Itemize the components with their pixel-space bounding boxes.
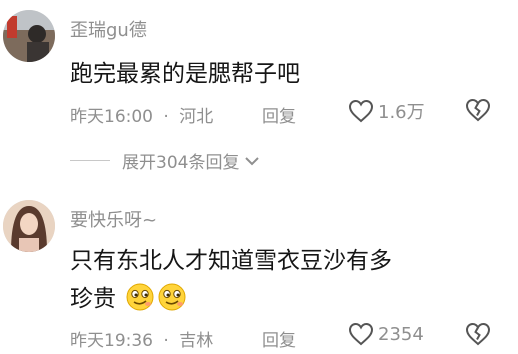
comment-meta: 昨天16:00 · 河北 xyxy=(70,102,213,127)
comment-username[interactable]: 歪瑞gu德 xyxy=(70,16,147,42)
like-button[interactable]: 2354 xyxy=(348,322,424,346)
broken-heart-icon xyxy=(465,322,491,346)
expand-divider xyxy=(70,160,110,161)
dislike-button[interactable] xyxy=(465,322,491,350)
comment-text: 跑完最累的是腮帮子吧 xyxy=(70,61,300,87)
smirk-emoji-icon xyxy=(158,283,186,311)
heart-icon xyxy=(348,99,374,123)
comment-time: 昨天16:00 xyxy=(70,107,153,127)
meta-separator: · xyxy=(163,331,169,351)
like-count: 2354 xyxy=(378,323,424,345)
heart-icon xyxy=(348,322,374,346)
comment-username[interactable]: 要快乐呀~ xyxy=(70,206,157,232)
comment-meta: 昨天19:36 · 吉林 xyxy=(70,326,213,351)
comment-text: 只有东北人才知道雪衣豆沙有多 珍贵 xyxy=(70,242,490,318)
avatar[interactable] xyxy=(3,200,55,252)
smirk-emoji-icon xyxy=(126,283,154,311)
broken-heart-icon xyxy=(465,98,491,122)
reply-button[interactable]: 回复 xyxy=(262,102,296,127)
expand-replies[interactable]: 展开304条回复 xyxy=(70,148,261,173)
avatar[interactable] xyxy=(3,10,55,62)
comment-time: 昨天19:36 xyxy=(70,331,153,351)
like-button[interactable]: 1.6万 xyxy=(348,98,425,124)
reply-button[interactable]: 回复 xyxy=(262,326,296,351)
expand-replies-label: 展开304条回复 xyxy=(122,153,240,173)
like-count: 1.6万 xyxy=(378,102,425,123)
comment-location: 河北 xyxy=(179,107,214,127)
comment-text-line: 只有东北人才知道雪衣豆沙有多 xyxy=(70,248,392,274)
chevron-down-icon xyxy=(245,156,260,165)
dislike-button[interactable] xyxy=(465,98,491,126)
comment-text-line-2: 珍贵 xyxy=(70,280,490,318)
comment-location: 吉林 xyxy=(179,331,214,351)
meta-separator: · xyxy=(163,107,169,127)
comment-text-tail: 珍贵 xyxy=(70,286,116,312)
